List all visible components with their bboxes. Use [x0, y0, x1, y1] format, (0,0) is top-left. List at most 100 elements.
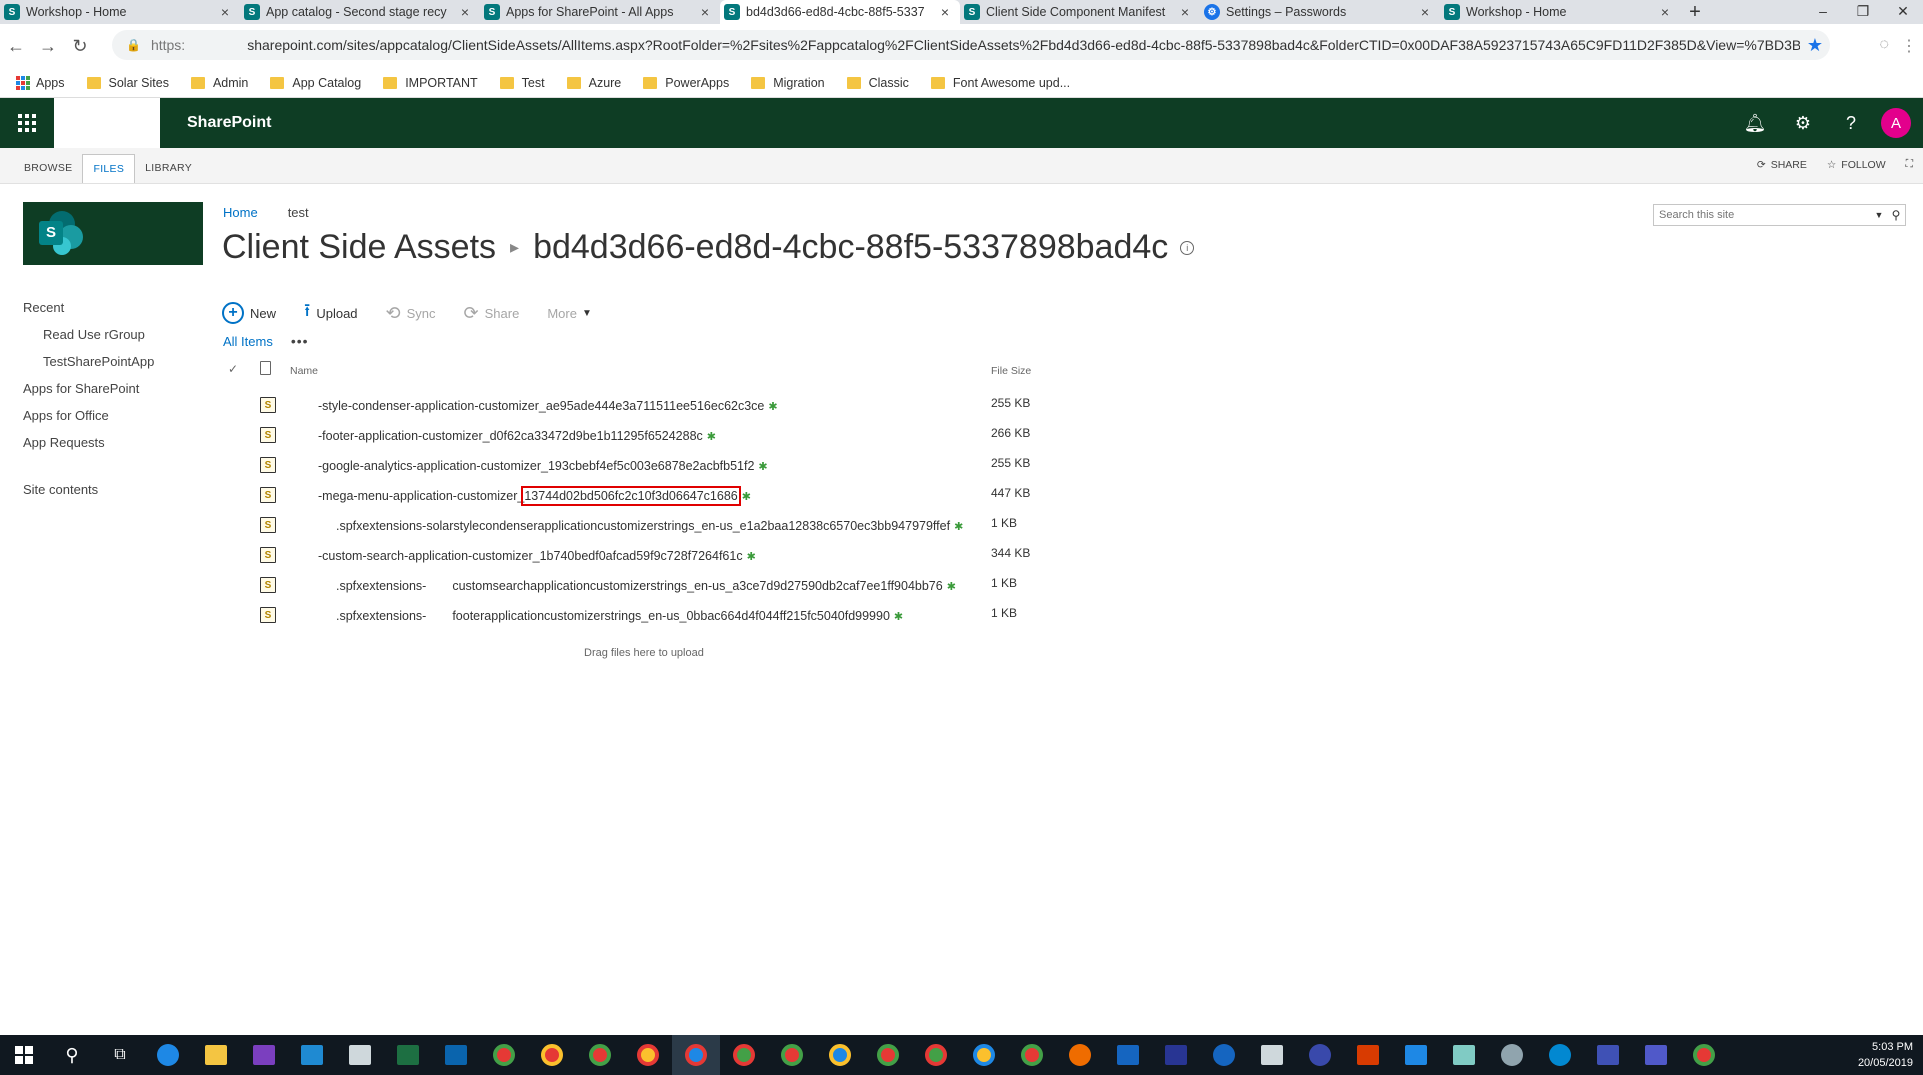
bookmark-folder[interactable]: Test — [499, 76, 545, 90]
focus-content-button[interactable]: ⛶ — [1906, 158, 1913, 171]
bookmark-folder[interactable]: PowerApps — [643, 76, 729, 90]
table-row[interactable]: S -custom-search-application-customizer_… — [222, 542, 1042, 572]
close-icon[interactable]: × — [1418, 4, 1432, 20]
menu-icon[interactable]: ⋮ — [1901, 36, 1917, 56]
table-row[interactable]: S .spfxextensions-footerapplicationcusto… — [222, 602, 1042, 632]
ribbon-tab-library[interactable]: LIBRARY — [135, 154, 202, 183]
nav-item[interactable]: Read Use rGroup — [23, 325, 154, 352]
nav-item[interactable]: App Requests — [23, 433, 154, 460]
table-row[interactable]: S -google-analytics-application-customiz… — [222, 452, 1042, 482]
taskbar-app-chrome[interactable] — [864, 1035, 912, 1075]
taskbar-app-vscode[interactable] — [288, 1035, 336, 1075]
nav-item[interactable]: TestSharePointApp — [23, 352, 154, 379]
file-name[interactable]: footerapplicationcustomizerstrings_en-us… — [452, 609, 890, 623]
file-name[interactable]: -custom-search-application-customizer_1b… — [318, 549, 743, 563]
file-name[interactable]: -style-condenser-application-customizer_… — [318, 399, 764, 413]
taskbar-search-button[interactable]: ⚲ — [48, 1035, 96, 1075]
taskbar-app-search[interactable] — [1296, 1035, 1344, 1075]
taskbar-app-excel[interactable] — [384, 1035, 432, 1075]
bookmark-folder[interactable]: Admin — [190, 76, 248, 90]
suite-brand[interactable]: SharePoint — [187, 114, 271, 132]
taskbar-app-chrome[interactable] — [624, 1035, 672, 1075]
close-icon[interactable]: × — [218, 4, 232, 20]
bookmark-folder[interactable]: Classic — [846, 76, 909, 90]
taskbar-app-sync[interactable] — [1536, 1035, 1584, 1075]
browser-tab[interactable]: ⚙ Settings – Passwords × — [1200, 0, 1440, 24]
bookmark-folder[interactable]: Font Awesome upd... — [930, 76, 1070, 90]
share-command[interactable]: ⟳ Share — [464, 303, 520, 324]
file-name[interactable]: .spfxextensions-solarstylecondenserappli… — [336, 519, 950, 533]
close-icon[interactable]: × — [1658, 4, 1672, 20]
table-row[interactable]: S -style-condenser-application-customize… — [222, 392, 1042, 422]
bookmark-apps[interactable]: Apps — [16, 75, 65, 90]
taskbar-app-people[interactable] — [1392, 1035, 1440, 1075]
file-name-prefix[interactable]: .spfxextensions- — [336, 609, 426, 623]
bookmark-folder[interactable]: App Catalog — [270, 76, 361, 90]
taskbar-app-window[interactable] — [336, 1035, 384, 1075]
view-all-items[interactable]: All Items — [223, 334, 273, 349]
follow-button[interactable]: ☆ FOLLOW — [1827, 159, 1886, 171]
browser-tab-active[interactable]: Sbd4d3d66-ed8d-4cbc-88f5-5337 × — [720, 0, 960, 24]
gear-icon[interactable]: ⚙ — [1779, 113, 1827, 134]
extension-icon[interactable]: ◌ — [1879, 36, 1889, 56]
taskbar-app-chrome[interactable] — [816, 1035, 864, 1075]
table-row[interactable]: S .spfxextensions-customsearchapplicatio… — [222, 572, 1042, 602]
taskbar-app-chrome[interactable] — [1680, 1035, 1728, 1075]
more-button[interactable]: More ▼ — [547, 306, 592, 321]
upload-button[interactable]: ⭱ Upload — [304, 298, 358, 328]
taskbar-app-visualstudio[interactable] — [240, 1035, 288, 1075]
search-input[interactable] — [1659, 209, 1871, 221]
taskbar-app-edge[interactable] — [144, 1035, 192, 1075]
url-field[interactable]: 🔒 https: sharepoint.com/sites/appcatalog/… — [112, 30, 1830, 60]
taskbar-app-chrome[interactable] — [576, 1035, 624, 1075]
browser-tab[interactable]: S Apps for SharePoint - All Apps × — [480, 0, 720, 24]
close-icon[interactable]: × — [938, 4, 952, 20]
column-header-size[interactable]: File Size — [991, 365, 1031, 377]
file-name-prefix[interactable]: .spfxextensions- — [336, 579, 426, 593]
taskbar-app-chrome[interactable] — [912, 1035, 960, 1075]
taskbar-app-chrome[interactable] — [480, 1035, 528, 1075]
info-icon[interactable]: i — [1180, 240, 1195, 255]
search-icon[interactable]: ⚲ — [1887, 208, 1905, 222]
taskbar-app-tool[interactable] — [1488, 1035, 1536, 1075]
ribbon-tab-files[interactable]: FILES — [82, 154, 136, 183]
browser-tab[interactable]: S Workshop - Home × — [1440, 0, 1680, 24]
nav-item[interactable]: Apps for SharePoint — [23, 379, 154, 406]
close-window-icon[interactable]: ✕ — [1883, 0, 1923, 22]
close-icon[interactable]: × — [1178, 4, 1192, 20]
taskbar-app-remote[interactable] — [1584, 1035, 1632, 1075]
taskbar-app-chrome[interactable] — [1008, 1035, 1056, 1075]
taskbar-app-notes[interactable] — [1440, 1035, 1488, 1075]
bookmark-folder[interactable]: IMPORTANT — [383, 76, 478, 90]
more-views-icon[interactable]: ••• — [291, 333, 309, 349]
bookmark-star-icon[interactable]: ★ — [1800, 35, 1830, 56]
restore-icon[interactable]: ❐ — [1843, 0, 1883, 22]
reload-icon[interactable]: ↻ — [64, 36, 96, 57]
table-row[interactable]: S .spfxextensions-solarstylecondenserapp… — [222, 512, 1042, 542]
browser-tab[interactable]: S Client Side Component Manifest × — [960, 0, 1200, 24]
taskbar-app-chrome-active[interactable] — [672, 1035, 720, 1075]
taskbar-app-calculator[interactable] — [1248, 1035, 1296, 1075]
new-button[interactable]: + New — [222, 302, 276, 324]
file-name[interactable]: -mega-menu-application-customizer_ — [318, 489, 524, 503]
nav-item[interactable]: Apps for Office — [23, 406, 154, 433]
taskbar-app-chrome[interactable] — [720, 1035, 768, 1075]
taskbar-app-chrome[interactable] — [768, 1035, 816, 1075]
taskbar-app-teams[interactable] — [1632, 1035, 1680, 1075]
avatar[interactable]: A — [1881, 108, 1911, 138]
taskbar-app-outlook[interactable] — [432, 1035, 480, 1075]
file-name[interactable]: -google-analytics-application-customizer… — [318, 459, 754, 473]
select-all-checkbox[interactable]: ✓ — [228, 362, 238, 376]
bookmark-folder[interactable]: Migration — [751, 76, 825, 90]
bell-icon[interactable]: 🔔︎ — [1731, 113, 1779, 134]
file-name[interactable]: customsearchapplicationcustomizerstrings… — [452, 579, 942, 593]
column-header-name[interactable]: Name — [290, 365, 318, 377]
system-clock[interactable]: 5:03 PM 20/05/2019 — [1858, 1039, 1913, 1071]
taskbar-app-powershell[interactable] — [1104, 1035, 1152, 1075]
app-launcher-button[interactable] — [0, 98, 54, 148]
sync-button[interactable]: ⟲ Sync — [386, 303, 436, 324]
site-logo[interactable]: S — [23, 202, 203, 265]
close-icon[interactable]: × — [698, 4, 712, 20]
table-row[interactable]: S -mega-menu-application-customizer_1374… — [222, 482, 1042, 512]
taskbar-app-powershell[interactable] — [1152, 1035, 1200, 1075]
